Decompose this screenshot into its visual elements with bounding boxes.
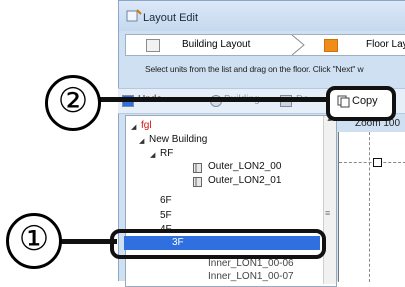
callout-connector-2	[95, 97, 328, 102]
step-active-indicator-icon	[324, 39, 338, 52]
tree-unit[interactable]: Outer_LON2_00	[208, 161, 281, 172]
collapse-arrow-icon[interactable]: ◢	[139, 137, 144, 145]
tree-root[interactable]: fgl	[141, 120, 152, 131]
step-bar: Building Layout Floor Layout	[125, 34, 405, 56]
title-bar: Layout Edit	[119, 1, 405, 31]
tree-unit[interactable]: Inner_LON1_00-06	[208, 258, 294, 269]
callout-2: ②	[45, 75, 101, 131]
copy-icon	[337, 95, 350, 108]
tree-floor-rf[interactable]: RF	[160, 148, 173, 159]
unit-icon	[193, 163, 202, 173]
chevron-right-icon	[291, 35, 305, 55]
collapse-arrow-icon[interactable]: ◢	[131, 123, 136, 131]
collapse-arrow-icon[interactable]: ◢	[150, 151, 155, 159]
tree-scrollbar[interactable]: ▲ ≡	[323, 116, 336, 284]
tree-floor-5f[interactable]: 5F	[160, 210, 172, 221]
tree-unit[interactable]: Outer_LON2_01	[208, 175, 281, 186]
window-title: Layout Edit	[143, 12, 199, 24]
floor-canvas[interactable]	[338, 132, 405, 282]
grid-line	[339, 162, 405, 163]
copy-button-label: Copy	[352, 95, 378, 107]
scroll-grip-icon[interactable]: ≡	[325, 208, 330, 218]
highlight-box-3f	[110, 229, 326, 259]
canvas-handle[interactable]	[373, 158, 382, 167]
tree-floor-6f[interactable]: 6F	[160, 195, 172, 206]
tree-building[interactable]: New Building	[149, 134, 207, 145]
callout-1: ①	[6, 213, 62, 269]
callout-2-number: ②	[57, 81, 89, 121]
callout-1-number: ①	[18, 219, 50, 259]
step-building-layout[interactable]: Building Layout	[126, 35, 290, 55]
floor-tree: ◢ fgl ◢ New Building ◢ RF Outer_LON2_00 …	[125, 115, 337, 287]
grid-line	[369, 132, 370, 282]
app-icon	[126, 9, 142, 22]
step-floor-layout[interactable]: Floor Layout	[312, 35, 405, 55]
tree-unit[interactable]: Inner_LON1_00-07	[208, 271, 294, 282]
step-indicator-icon	[146, 39, 160, 52]
step-building-layout-label: Building Layout	[182, 39, 251, 50]
copy-button[interactable]: Copy	[326, 86, 396, 121]
step-floor-layout-label: Floor Layout	[366, 39, 405, 50]
callout-connector-1	[57, 239, 117, 244]
unit-icon	[193, 177, 202, 187]
instruction-text: Select units from the list and drag on t…	[145, 64, 364, 74]
